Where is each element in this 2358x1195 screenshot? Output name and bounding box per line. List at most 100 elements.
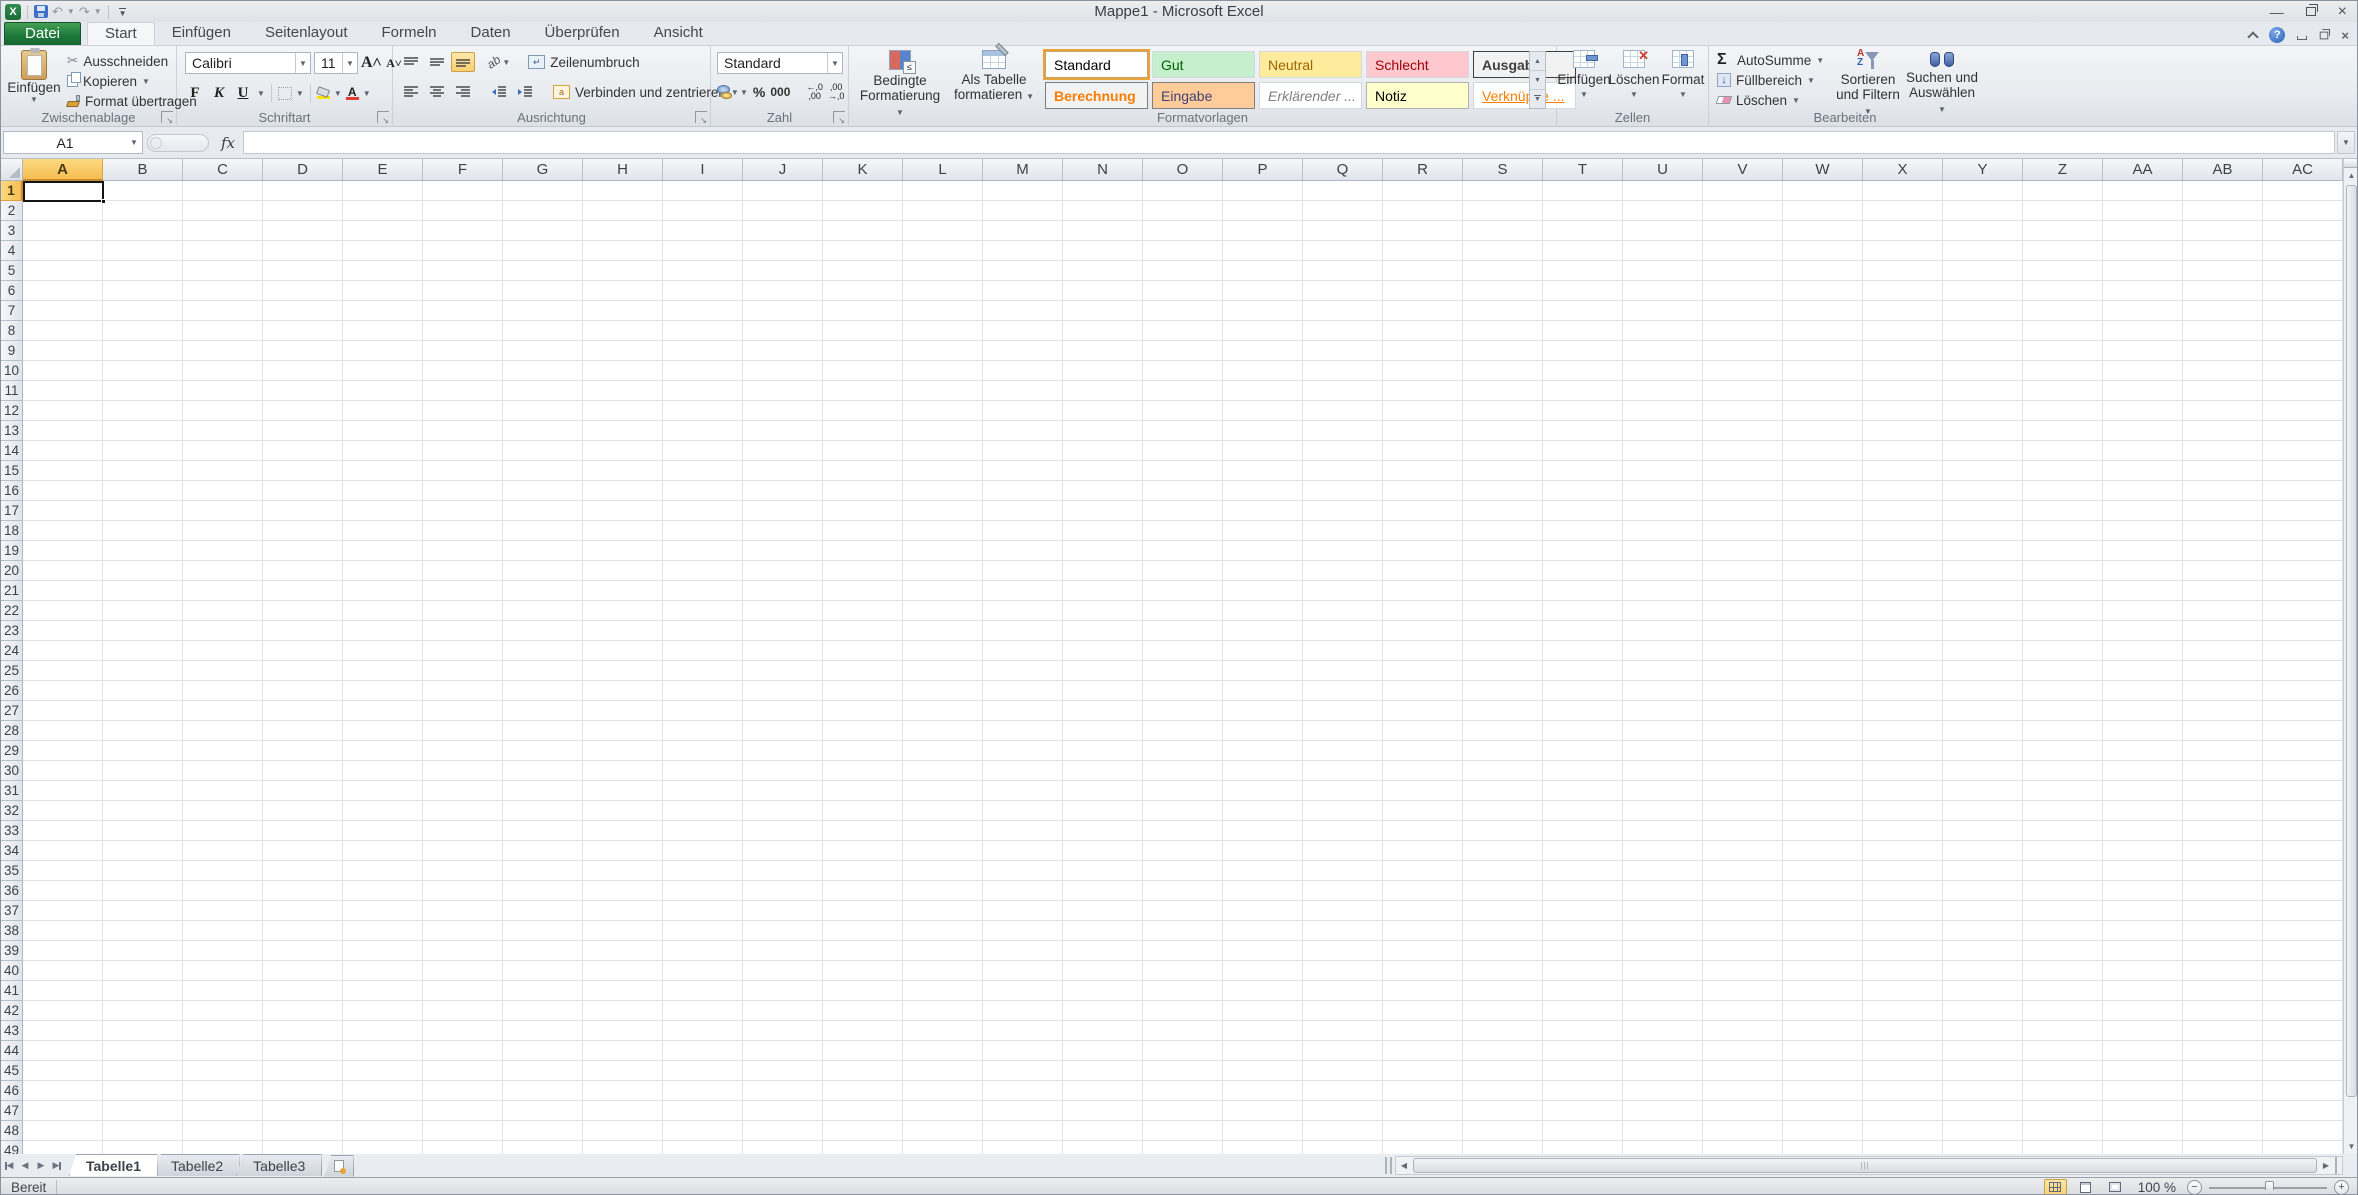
sheet-tab-tabelle2[interactable]: Tabelle2 <box>154 1154 240 1176</box>
row-header-33[interactable]: 33 <box>1 821 23 841</box>
row-header-26[interactable]: 26 <box>1 681 23 701</box>
select-all-corner[interactable] <box>1 159 23 181</box>
tab-scroll-split-handle[interactable] <box>1385 1157 1392 1174</box>
column-header-P[interactable]: P <box>1223 159 1303 181</box>
redo-dropdown-icon[interactable]: ▼ <box>94 7 102 16</box>
tab-start[interactable]: Start <box>87 22 155 45</box>
align-top-button[interactable] <box>399 52 423 72</box>
cell-style-neutral[interactable]: Neutral <box>1259 51 1362 78</box>
thousands-format-button[interactable]: 000 <box>770 85 790 99</box>
minimize-button[interactable]: — <box>2270 4 2284 20</box>
row-header-48[interactable]: 48 <box>1 1121 23 1141</box>
column-header-AB[interactable]: AB <box>2183 159 2263 181</box>
column-header-Q[interactable]: Q <box>1303 159 1383 181</box>
dialog-launcher-number[interactable] <box>833 111 845 123</box>
fill-color-dropdown-icon[interactable]: ▼ <box>334 89 342 98</box>
column-header-K[interactable]: K <box>823 159 903 181</box>
currency-dropdown-icon[interactable]: ▼ <box>740 88 748 97</box>
tab-formeln[interactable]: Formeln <box>365 22 454 45</box>
decrease-indent-button[interactable] <box>487 82 511 102</box>
number-format-combo[interactable]: Standard ▼ <box>717 52 843 74</box>
column-header-G[interactable]: G <box>503 159 583 181</box>
format-cells-button[interactable]: Format ▼ <box>1659 48 1707 99</box>
normal-view-button[interactable] <box>2044 1179 2067 1195</box>
customize-qat-button[interactable]: ▼ <box>115 8 127 16</box>
previous-sheet-button[interactable]: ◀ <box>17 1157 33 1175</box>
font-color-button[interactable]: A <box>346 87 359 100</box>
last-sheet-button[interactable]: ▶ <box>49 1157 65 1175</box>
row-header-19[interactable]: 19 <box>1 541 23 561</box>
workbook-minimize-icon[interactable] <box>2297 36 2307 40</box>
column-header-C[interactable]: C <box>183 159 263 181</box>
column-header-L[interactable]: L <box>903 159 983 181</box>
increase-decimal-button[interactable]: ←,0 ,00 <box>806 83 823 101</box>
insert-function-button[interactable]: fx <box>215 131 241 154</box>
increase-indent-button[interactable] <box>513 82 537 102</box>
row-header-8[interactable]: 8 <box>1 321 23 341</box>
row-header-14[interactable]: 14 <box>1 441 23 461</box>
clear-button[interactable]: Löschen ▼ <box>1717 90 1824 110</box>
column-header-W[interactable]: W <box>1783 159 1863 181</box>
decrease-decimal-button[interactable]: ,00 →,0 <box>828 83 845 101</box>
increase-font-button[interactable]: A˄ <box>361 54 381 72</box>
row-header-16[interactable]: 16 <box>1 481 23 501</box>
sheet-tab-tabelle3[interactable]: Tabelle3 <box>236 1154 322 1176</box>
name-box[interactable]: A1 ▼ <box>3 131 143 154</box>
gallery-more-icon[interactable]: ▼ <box>1530 90 1545 108</box>
column-header-D[interactable]: D <box>263 159 343 181</box>
workbook-close-icon[interactable]: × <box>2341 28 2349 43</box>
dialog-launcher-clipboard[interactable] <box>161 111 173 123</box>
gallery-scroll-down-icon[interactable]: ▼ <box>1530 71 1545 90</box>
row-header-11[interactable]: 11 <box>1 381 23 401</box>
align-left-button[interactable] <box>399 82 423 102</box>
row-header-43[interactable]: 43 <box>1 1021 23 1041</box>
row-header-37[interactable]: 37 <box>1 901 23 921</box>
row-header-13[interactable]: 13 <box>1 421 23 441</box>
first-sheet-button[interactable]: ◀ <box>1 1157 17 1175</box>
column-header-O[interactable]: O <box>1143 159 1223 181</box>
row-header-5[interactable]: 5 <box>1 261 23 281</box>
formula-input[interactable] <box>243 131 2335 154</box>
orientation-icon[interactable]: ab <box>484 52 503 71</box>
scroll-down-icon[interactable]: ▼ <box>2344 1139 2358 1154</box>
column-header-A[interactable]: A <box>23 159 103 181</box>
vertical-split-handle[interactable] <box>2344 159 2358 168</box>
dialog-launcher-alignment[interactable] <box>695 111 707 123</box>
column-header-AA[interactable]: AA <box>2103 159 2183 181</box>
cell-style-erklärender-[interactable]: Erklärender ... <box>1259 82 1362 109</box>
row-header-23[interactable]: 23 <box>1 621 23 641</box>
font-color-dropdown-icon[interactable]: ▼ <box>363 89 371 98</box>
horizontal-split-handle[interactable] <box>2335 1157 2342 1174</box>
close-button[interactable]: × <box>2338 3 2347 21</box>
column-header-Y[interactable]: Y <box>1943 159 2023 181</box>
help-icon[interactable]: ? <box>2269 27 2285 43</box>
align-center-button[interactable] <box>425 82 449 102</box>
row-header-31[interactable]: 31 <box>1 781 23 801</box>
percent-format-button[interactable]: % <box>753 84 765 100</box>
row-header-45[interactable]: 45 <box>1 1061 23 1081</box>
row-header-22[interactable]: 22 <box>1 601 23 621</box>
column-header-AC[interactable]: AC <box>2263 159 2343 181</box>
cell-style-notiz[interactable]: Notiz <box>1366 82 1469 109</box>
row-header-17[interactable]: 17 <box>1 501 23 521</box>
vertical-scrollbar-thumb[interactable] <box>2346 185 2357 1097</box>
formula-bar-handle[interactable] <box>147 134 209 152</box>
row-header-10[interactable]: 10 <box>1 361 23 381</box>
tab-seitenlayout[interactable]: Seitenlayout <box>248 22 365 45</box>
orientation-dropdown-icon[interactable]: ▼ <box>502 58 510 67</box>
horizontal-scrollbar[interactable]: ◀ ||| ▶ <box>1395 1156 2343 1175</box>
row-header-6[interactable]: 6 <box>1 281 23 301</box>
currency-format-icon[interactable] <box>717 85 735 99</box>
cell-style-eingabe[interactable]: Eingabe <box>1152 82 1255 109</box>
row-header-32[interactable]: 32 <box>1 801 23 821</box>
column-header-T[interactable]: T <box>1543 159 1623 181</box>
font-size-combo[interactable]: 11 ▼ <box>314 52 358 74</box>
underline-button[interactable]: U <box>233 85 253 102</box>
undo-dropdown-icon[interactable]: ▼ <box>67 7 75 16</box>
column-header-M[interactable]: M <box>983 159 1063 181</box>
align-middle-button[interactable] <box>425 52 449 72</box>
column-header-U[interactable]: U <box>1623 159 1703 181</box>
tab-ansicht[interactable]: Ansicht <box>637 22 720 45</box>
underline-dropdown-icon[interactable]: ▼ <box>257 89 265 98</box>
vertical-scrollbar[interactable]: ▲ ▼ <box>2343 159 2358 1154</box>
